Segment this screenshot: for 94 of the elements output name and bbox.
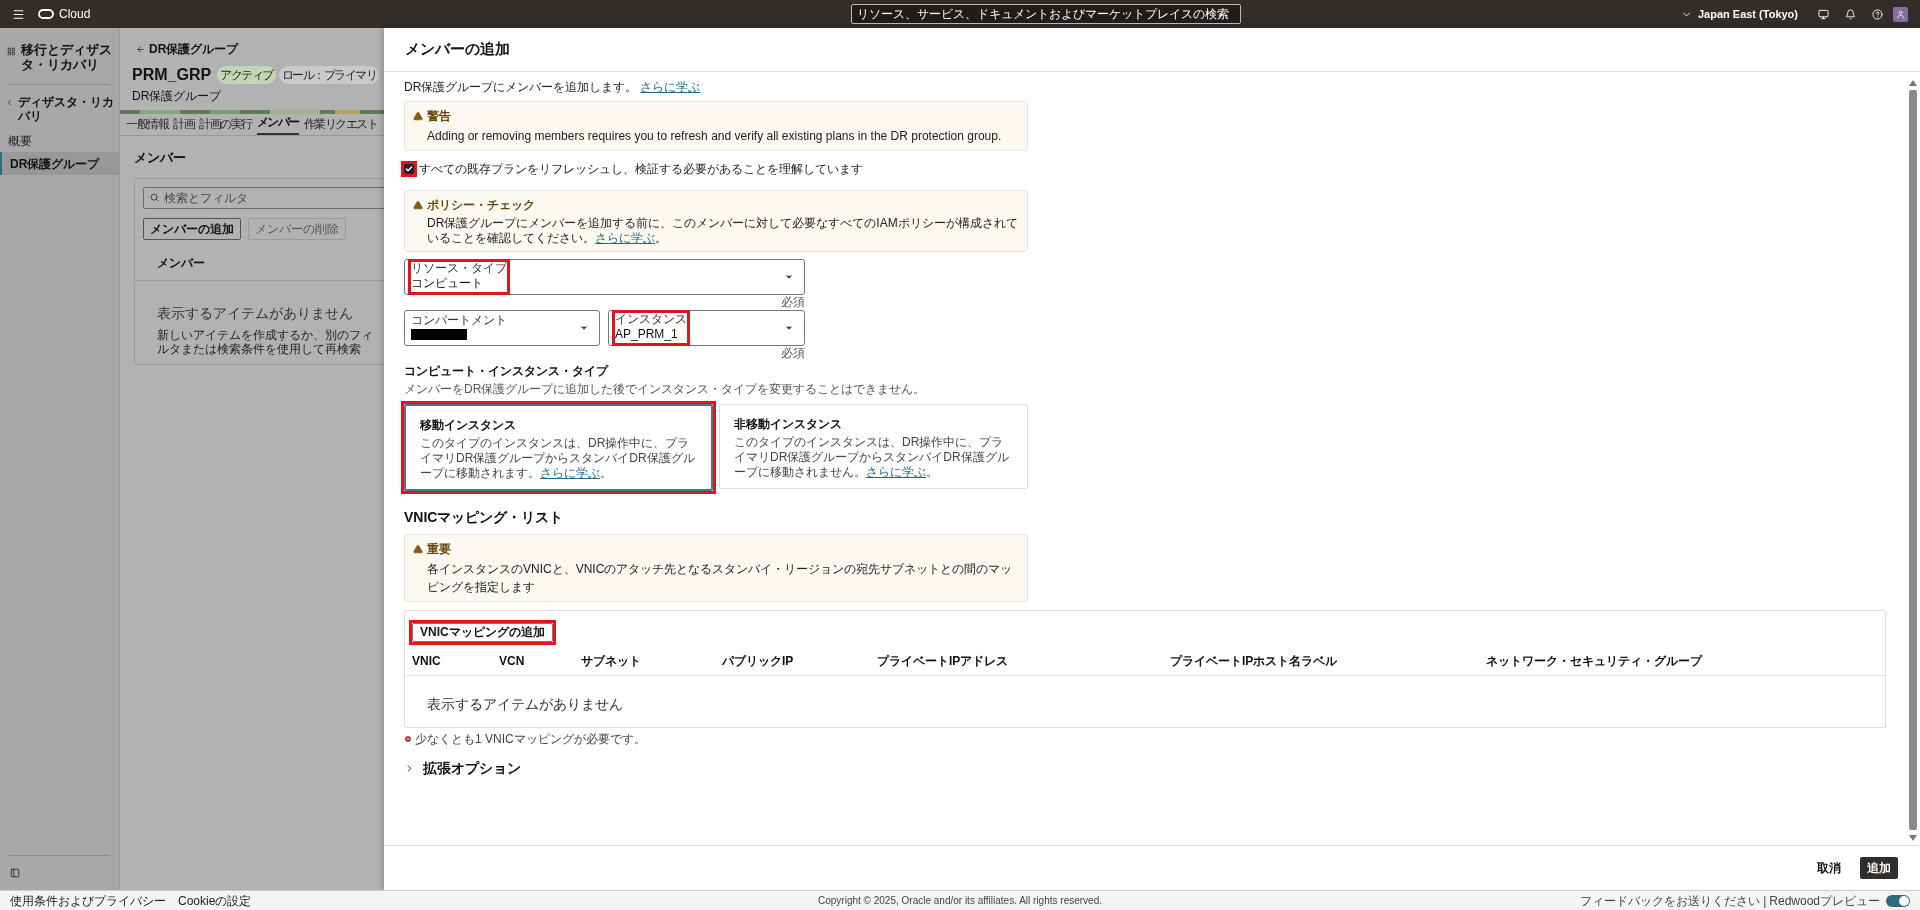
column-header: VNIC <box>412 653 442 670</box>
sidebar-item[interactable]: DR保護グループ <box>0 152 119 175</box>
alert-text: DR保護グループにメンバーを追加する前に、このメンバーに対して必要なすべてのIAMポリシーが構成されていることを確認してください。さらに学ぶ。 <box>427 216 1019 246</box>
field-label: コンパートメント <box>411 314 507 327</box>
tab[interactable]: 計画の実行 <box>199 115 252 135</box>
empty-title: 表示するアイテムがありません <box>426 695 624 714</box>
hint-text: メンバーをDR保護グループに追加した後でインスタンス・タイプを変更することはできません。 <box>404 381 927 398</box>
add-mapping-button[interactable]: VNICマッピングの追加 <box>412 622 553 642</box>
empty-title: 表示するアイテムがありません <box>156 303 354 323</box>
filter-field[interactable]: 検索とフィルタ <box>143 186 384 209</box>
column-header: プライベートIPアドレス <box>877 653 1010 670</box>
expand-toggle[interactable]: 拡張オプション <box>404 758 521 779</box>
learn-more-link[interactable]: さらに学ぶ <box>640 78 701 96</box>
warning-icon <box>413 200 423 210</box>
arrow-left-icon <box>136 44 145 54</box>
section-title: VNICマッピング・リスト <box>404 508 565 527</box>
empty-text: 新しいアイテムを作成するか、別のフィルタまたは検索条件を使用して再検索 <box>156 327 374 356</box>
breadcrumb-link[interactable]: DR保護グループ <box>132 40 384 58</box>
select-field[interactable]: リソース・タイプ コンピュート <box>404 259 805 295</box>
logo-icon <box>38 9 54 19</box>
learn-more-link[interactable]: さらに学ぶ <box>866 465 926 479</box>
alert-title: 重要 <box>427 541 451 558</box>
column-header: プライベートIPホスト名ラベル <box>1170 653 1339 670</box>
section-heading: コンピュート・インスタンス・タイプ <box>404 363 610 380</box>
toggle-switch[interactable] <box>1886 894 1910 907</box>
option-title: 非移動インスタンス <box>734 416 843 433</box>
avatar[interactable] <box>1893 6 1908 22</box>
chevron-left-icon <box>5 98 14 107</box>
alert-title: ポリシー・チェック <box>427 197 535 214</box>
footer-link[interactable]: 使用条件およびプライバシー <box>10 891 166 910</box>
page-subtitle: DR保護グループ <box>132 88 223 105</box>
panel-icon[interactable] <box>10 868 20 878</box>
dropdown-icon <box>784 272 794 282</box>
search-field[interactable]: リソース、サービス、ドキュメントおよびマーケットプレイスの検索 <box>850 4 1241 24</box>
column-header: サブネット <box>581 653 642 670</box>
field-label: リソース・タイプ <box>411 262 507 275</box>
option-text: このタイプのインスタンスは、DR操作中に、プライマリDR保護グループからスタンバイDR保護グループに移動されません。さらに学ぶ。 <box>734 435 1010 480</box>
learn-more-link[interactable]: さらに学ぶ <box>595 231 655 245</box>
section-title: メンバー <box>133 149 187 167</box>
field-value: コンピュート <box>411 277 484 290</box>
field-value: AP_PRM_1 <box>615 328 679 341</box>
monitor-icon[interactable] <box>1818 8 1829 20</box>
option-card[interactable]: 移動インスタンス このタイプのインスタンスは、DR操作中に、プライマリDR保護グループからスタンバイDR保護グループに移動されます。さらに学ぶ。 <box>404 404 713 491</box>
footer-link[interactable]: Cookieの設定 <box>178 891 252 910</box>
sidebar-title: 移行とディザスタ・リカバリ <box>20 42 112 72</box>
column-header: パブリックIP <box>722 653 795 670</box>
submit-button[interactable]: 追加 <box>1860 857 1898 879</box>
error-icon <box>404 735 412 743</box>
select-field[interactable]: インスタンス AP_PRM_1 <box>608 310 805 346</box>
status-badge: ロール：プライマリ <box>278 66 380 84</box>
logo-text: Cloud <box>59 6 91 23</box>
menu-icon[interactable] <box>12 7 25 21</box>
required-note: 必須 <box>781 295 805 309</box>
help-icon[interactable] <box>1872 8 1883 20</box>
preview-label: Redwoodプレビュー <box>1769 892 1880 910</box>
required-note: 必須 <box>781 346 805 360</box>
sidebar-item[interactable]: 概要 <box>0 129 119 152</box>
warning-icon <box>413 111 423 121</box>
tab[interactable]: メンバー <box>256 113 299 135</box>
drawer-title: メンバーの追加 <box>405 39 510 60</box>
alert-text: Adding or removing members requires you to refresh and verify all existing plans in the DR protection group. <box>427 129 1002 143</box>
intro-text: DR保護グループにメンバーを追加します。 <box>404 79 638 96</box>
copyright-text: Copyright © 2025, Oracle and/or its affiliates. All rights reserved. <box>817 894 1103 908</box>
dropdown-icon <box>784 323 794 333</box>
page-title: PRM_GRP <box>132 65 212 85</box>
notifications-icon[interactable] <box>1845 8 1856 20</box>
error-text: 少なくとも1 VNICマッピングが必要です。 <box>415 731 646 748</box>
warning-icon <box>413 544 423 554</box>
tab[interactable]: 作業リクエスト <box>303 115 377 135</box>
column-header: VCN <box>499 653 526 670</box>
status-badge: アクティブ <box>217 66 276 84</box>
action-button[interactable]: メンバーの追加 <box>143 217 241 240</box>
learn-more-link[interactable]: さらに学ぶ <box>540 466 600 480</box>
back-link[interactable]: ディザスタ・リカバリ <box>0 95 119 123</box>
dropdown-icon <box>579 323 589 333</box>
column-header: メンバー <box>157 255 205 270</box>
option-title: 移動インスタンス <box>420 417 517 434</box>
separator: | <box>1763 892 1767 910</box>
search-icon <box>150 193 159 202</box>
checkbox-label: すべての既存プランをリフレッシュし、検証する必要があることを理解しています <box>419 161 863 178</box>
option-text: このタイプのインスタンスは、DR操作中に、プライマリDR保護グループからスタンバイDR保護グループに移動されます。さらに学ぶ。 <box>420 436 696 481</box>
tab[interactable]: 一般情報 <box>126 115 168 135</box>
option-card[interactable]: 非移動インスタンス このタイプのインスタンスは、DR操作中に、プライマリDR保護グループからスタンバイDR保護グループに移動されません。さらに学ぶ。 <box>719 404 1028 489</box>
select-field[interactable]: コンパートメント <box>404 310 600 346</box>
tab[interactable]: 計画 <box>173 115 194 135</box>
cancel-button[interactable]: 取消 <box>1810 857 1848 879</box>
column-header: ネットワーク・セキュリティ・グループ <box>1486 653 1704 670</box>
check-icon <box>405 165 413 173</box>
alert-text: 各インスタンスのVNICと、VNICのアタッチ先となるスタンバイ・リージョンの宛先サブネットとの間のマッピングを指定します <box>427 562 1013 594</box>
region-selector[interactable]: Japan East (Tokyo) <box>1697 5 1798 23</box>
app-grid-icon <box>7 47 16 56</box>
alert-title: 警告 <box>427 108 451 125</box>
feedback-link[interactable]: フィードバックをお送りください <box>1580 891 1761 910</box>
field-label: インスタンス <box>615 313 687 326</box>
